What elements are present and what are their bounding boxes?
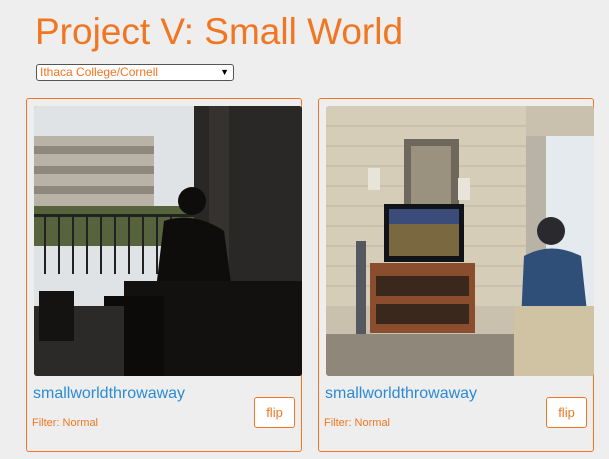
- photo-image: [34, 106, 302, 376]
- filter-label: Filter: Normal: [324, 417, 391, 429]
- location-select[interactable]: Ithaca College/Cornell ▼: [36, 64, 234, 81]
- dropdown-arrow-icon: ▼: [220, 67, 229, 77]
- photo-card: smallworldthrowaway Filter: Normal flip: [318, 98, 594, 452]
- filter-label: Filter: Normal: [32, 417, 99, 429]
- flip-button[interactable]: flip: [546, 397, 587, 428]
- username-link[interactable]: smallworldthrowaway: [325, 385, 477, 403]
- photo-card: smallworldthrowaway Filter: Normal flip: [26, 98, 302, 452]
- photo-image: [326, 106, 594, 376]
- location-select-value: Ithaca College/Cornell: [40, 65, 159, 79]
- flip-button[interactable]: flip: [254, 397, 295, 428]
- page-title: Project V: Small World: [35, 11, 404, 52]
- username-link[interactable]: smallworldthrowaway: [33, 385, 185, 403]
